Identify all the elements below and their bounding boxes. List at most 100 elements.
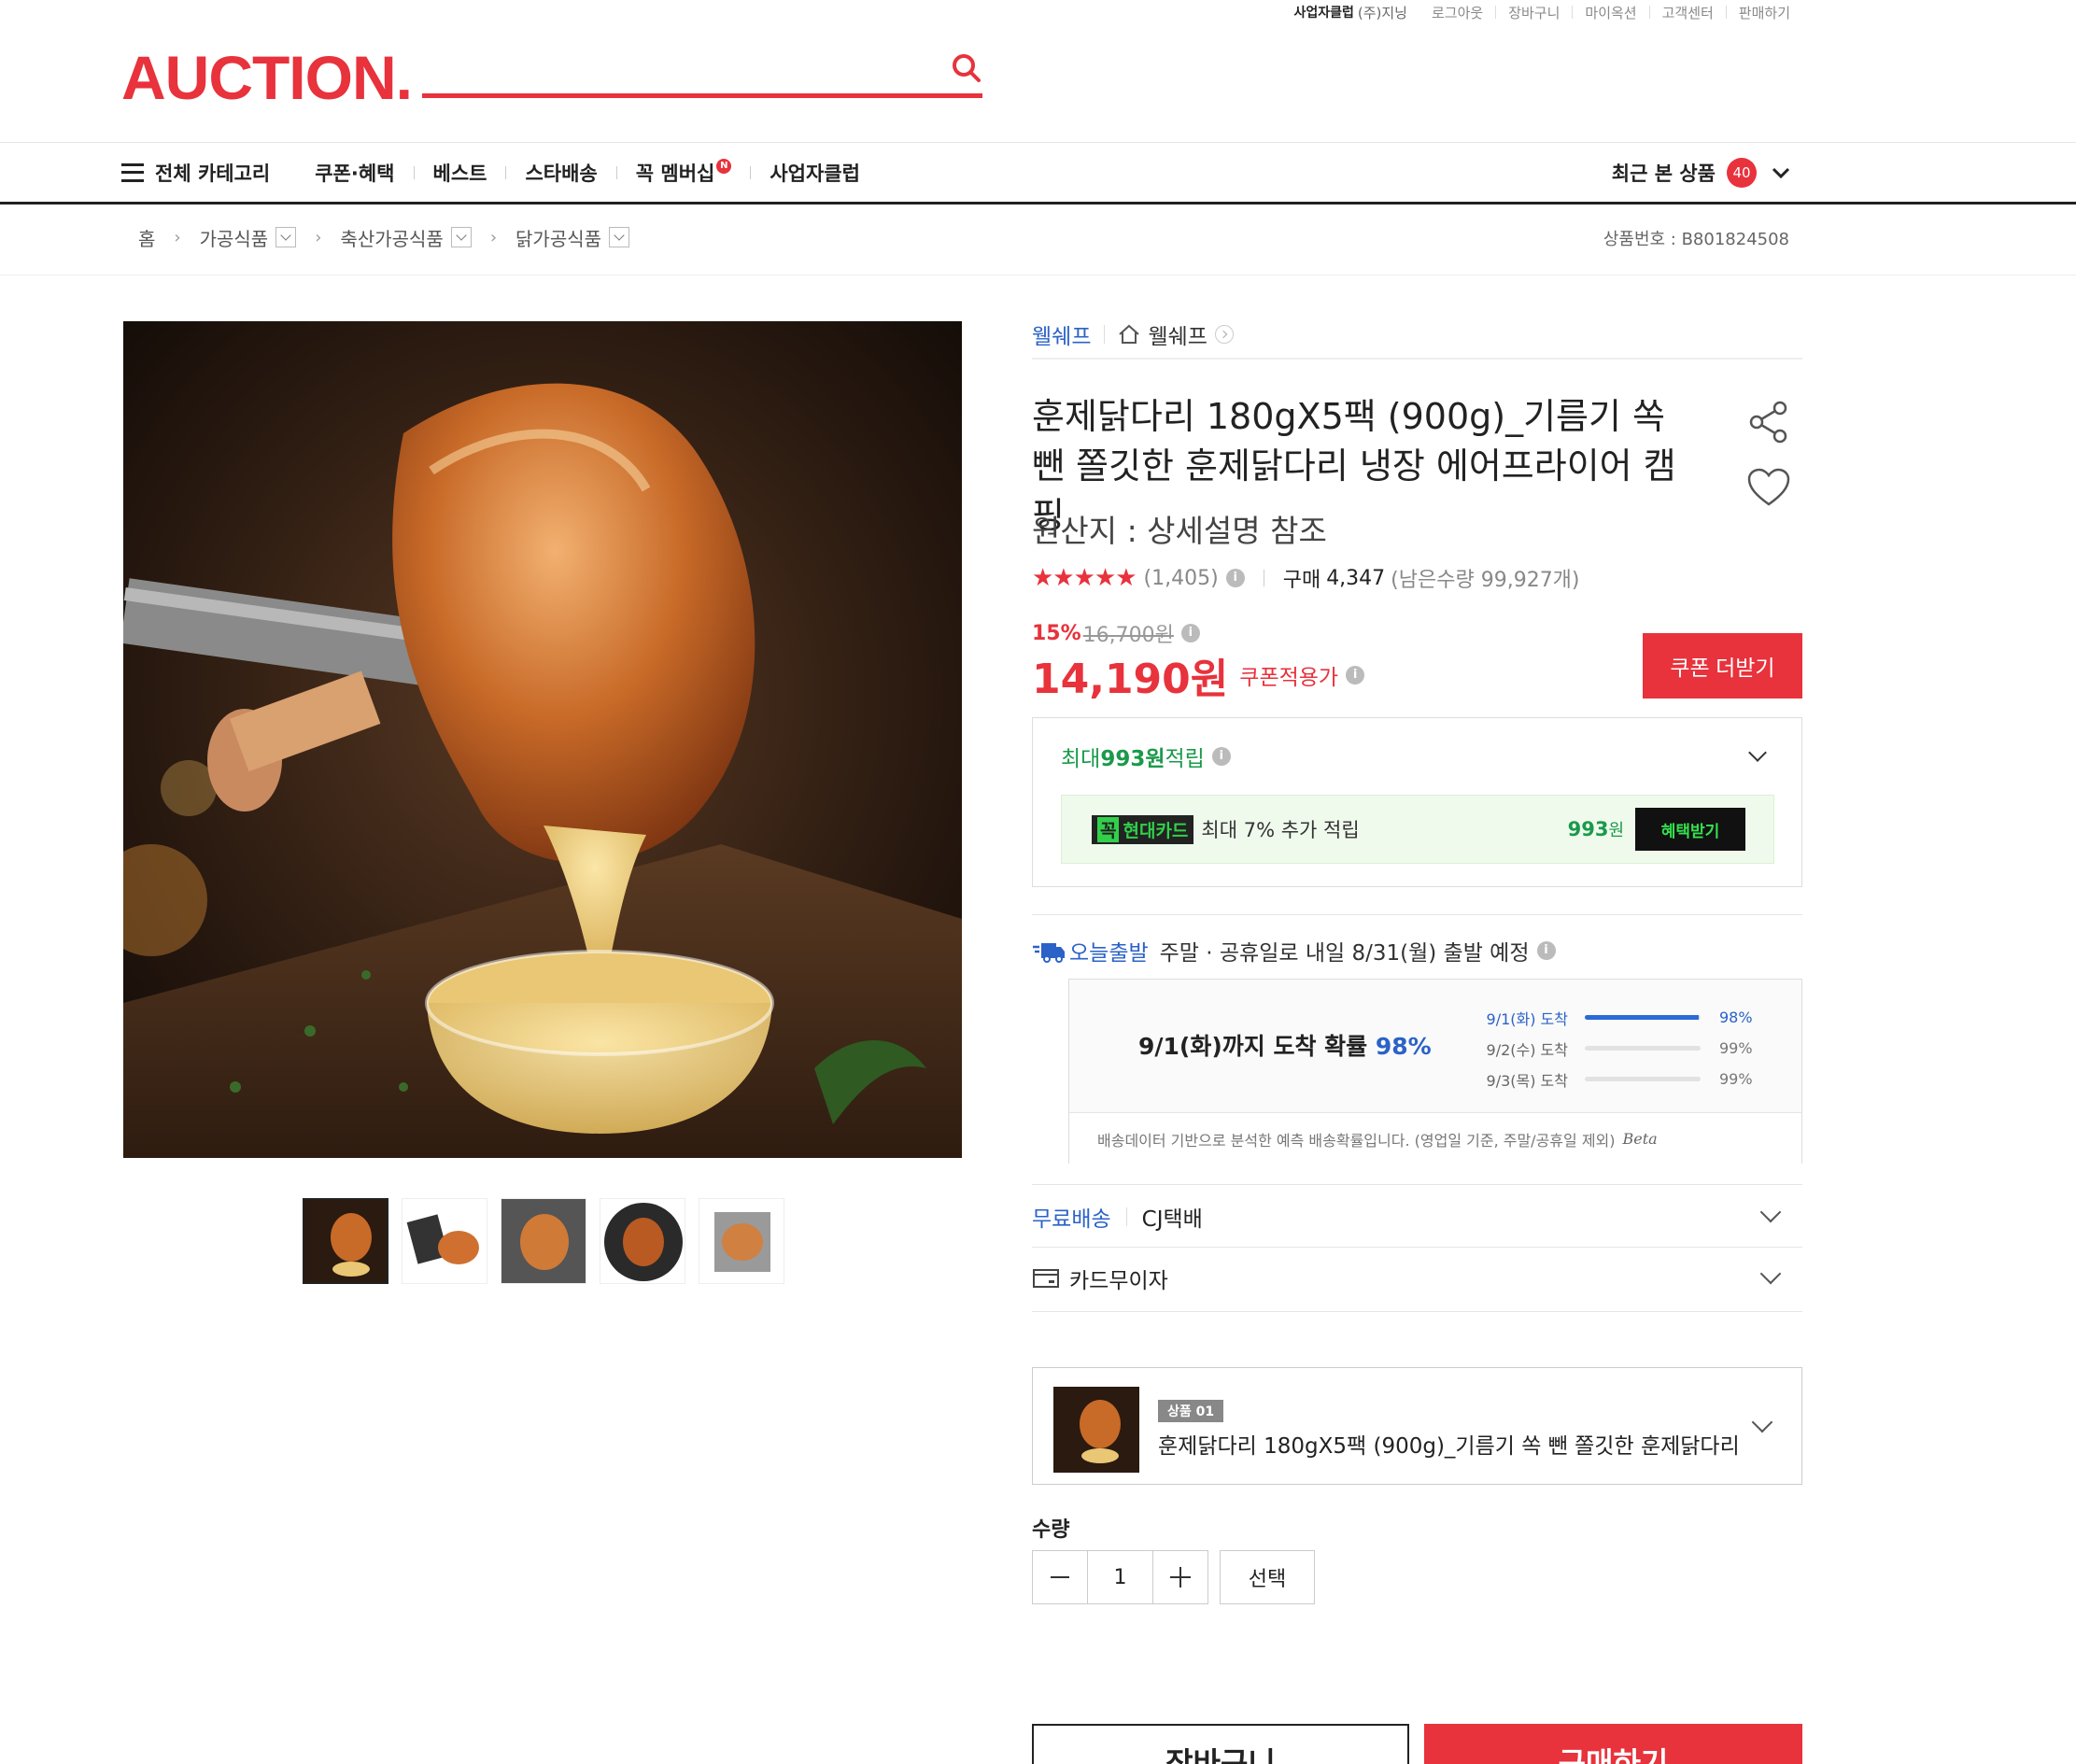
sell-link[interactable]: 판매하기 xyxy=(1739,3,1790,22)
arrival-date: 9/2(수) 도착 xyxy=(1486,1040,1568,1059)
utility-bar: 사업자클럽 (주)지닝 로그아웃 장바구니 마이옥션 고객센터 판매하기 xyxy=(1293,0,1790,24)
info-icon[interactable]: i xyxy=(1211,747,1231,766)
divider xyxy=(413,165,415,179)
star-rating: ★★★★★ xyxy=(1032,564,1137,592)
reward-prefix: 최대 xyxy=(1061,747,1101,771)
shipping-notice: 주말 · 공휴일로 내일 8/31(월) 출발 예정 xyxy=(1159,941,1530,966)
breadcrumb-level-2[interactable]: 축산가공식품 xyxy=(340,224,443,251)
probability-row: 9/2(수) 도착 99% xyxy=(1475,1033,1757,1064)
info-icon[interactable]: i xyxy=(1346,666,1365,684)
rating-row: ★★★★★ (1,405) i 구매 4,347 (남은수량 99,927개) xyxy=(1032,562,1802,594)
logout-link[interactable]: 로그아웃 xyxy=(1432,3,1483,22)
coupon-price-label: 쿠폰적용가 xyxy=(1239,666,1339,690)
breadcrumb-level-3[interactable]: 닭가공식품 xyxy=(515,224,601,251)
my-auction-link[interactable]: 마이옥션 xyxy=(1585,3,1636,22)
review-count[interactable]: (1,405) xyxy=(1144,567,1219,590)
heart-icon[interactable] xyxy=(1746,467,1791,508)
info-icon[interactable]: i xyxy=(1536,941,1556,960)
card-reward-unit: 원 xyxy=(1608,821,1624,840)
hyundai-card-logo: 꼭 현대카드 xyxy=(1092,814,1194,844)
chevron-down-icon[interactable] xyxy=(1759,1201,1782,1223)
recent-products-label: 최근 본 상품 xyxy=(1611,162,1716,185)
card-k-mark: 꼭 xyxy=(1097,816,1120,842)
recent-products[interactable]: 최근 본 상품 40 xyxy=(1612,143,1790,202)
decrease-button[interactable] xyxy=(1033,1551,1087,1603)
card-reward-value: 993 xyxy=(1567,818,1609,840)
select-button[interactable]: 선택 xyxy=(1220,1550,1315,1604)
chevron-down-icon[interactable] xyxy=(1751,1411,1773,1433)
quantity-value[interactable]: 1 xyxy=(1087,1551,1153,1603)
customer-center-link[interactable]: 고객센터 xyxy=(1662,3,1714,22)
biz-club-label[interactable]: 사업자클럽 xyxy=(1293,3,1353,21)
breadcrumb-level-1[interactable]: 가공식품 xyxy=(200,224,269,251)
arrival-probability: 99% xyxy=(1719,1039,1753,1057)
probability-value: 98% xyxy=(1375,1033,1432,1060)
quantity-stepper: 1 xyxy=(1032,1550,1208,1604)
all-categories-button[interactable]: 전체 카테고리 xyxy=(155,159,270,187)
thumbnail-2[interactable] xyxy=(402,1198,487,1284)
share-icon[interactable] xyxy=(1748,400,1789,445)
product-number-label: 상품번호 : xyxy=(1603,230,1682,249)
probability-bar-fill xyxy=(1585,1015,1699,1020)
coupon-more-button[interactable]: 쿠폰 더받기 xyxy=(1643,633,1802,699)
option-thumbnail xyxy=(1053,1387,1139,1473)
divider xyxy=(1725,6,1727,19)
nav-membership[interactable]: 꼭 멤버십 N xyxy=(636,158,732,187)
brand-link[interactable]: 웰쉐프 xyxy=(1032,318,1091,350)
nav-best[interactable]: 베스트 xyxy=(433,159,487,187)
today-shipping-label: 오늘출발 xyxy=(1069,941,1149,966)
search-input[interactable] xyxy=(422,47,982,98)
auction-logo[interactable]: AUCTION. xyxy=(121,45,413,110)
cart-link[interactable]: 장바구니 xyxy=(1508,3,1560,22)
divider xyxy=(1032,1184,1802,1185)
chevron-down-icon[interactable] xyxy=(1772,166,1790,179)
info-icon[interactable]: i xyxy=(1225,569,1245,587)
card-installment-label: 카드무이자 xyxy=(1069,1269,1168,1293)
user-name: (주)지닝 xyxy=(1357,4,1407,21)
hamburger-menu-icon[interactable] xyxy=(121,162,144,182)
buy-now-button[interactable]: 구매하기 xyxy=(1424,1724,1802,1764)
chevron-down-icon[interactable] xyxy=(1759,1263,1782,1285)
thumbnail-4[interactable] xyxy=(600,1198,685,1284)
increase-button[interactable] xyxy=(1153,1551,1207,1603)
dropdown-toggle-icon[interactable] xyxy=(450,227,472,247)
option-select-box[interactable]: 상품 01 훈제닭다리 180gX5팩 (900g)_기름기 쏙 뺀 쫄깃한 훈… xyxy=(1032,1367,1802,1485)
info-icon[interactable]: i xyxy=(1180,624,1200,642)
card-reward-amount: 993원 xyxy=(1568,817,1624,841)
probability-row: 9/3(목) 도착 99% xyxy=(1475,1064,1757,1094)
new-badge: N xyxy=(716,158,732,174)
recent-count-badge: 40 xyxy=(1727,157,1757,188)
divider xyxy=(1032,358,1802,360)
card-reward-text: 최대 7% 추가 적립 xyxy=(1201,819,1360,841)
nav-biz-club[interactable]: 사업자클럽 xyxy=(770,159,860,187)
thumbnail-3[interactable] xyxy=(501,1198,586,1284)
free-shipping-label: 무료배송 xyxy=(1032,1207,1111,1232)
thumbnail-1[interactable] xyxy=(303,1198,388,1284)
reward-header[interactable]: 최대 993원 적립 i xyxy=(1061,741,1231,772)
divider xyxy=(1104,325,1106,344)
nav-coupon-benefits[interactable]: 쿠폰·혜택 xyxy=(315,159,394,187)
divider xyxy=(1032,914,1802,915)
chicken-drumstick-photo xyxy=(123,321,962,1158)
breadcrumb-home[interactable]: 홈 xyxy=(138,224,155,251)
chevron-right-icon[interactable] xyxy=(1214,325,1234,344)
minus-icon xyxy=(1051,1576,1069,1578)
main-product-image[interactable] xyxy=(123,321,962,1158)
arrival-date: 9/1(화) 도착 xyxy=(1486,1009,1568,1028)
product-number: 상품번호 : B801824508 xyxy=(1603,226,1789,250)
free-shipping-row[interactable]: 무료배송 CJ택배 xyxy=(1032,1186,1802,1248)
nav-star-delivery[interactable]: 스타배송 xyxy=(525,159,597,187)
remaining-stock: (남은수량 99,927개) xyxy=(1391,569,1580,592)
dropdown-toggle-icon[interactable] xyxy=(275,227,297,247)
divider xyxy=(750,165,752,179)
search-icon[interactable] xyxy=(951,52,982,84)
card-installment-row[interactable]: 카드무이자 xyxy=(1032,1248,1802,1309)
thumbnail-5[interactable] xyxy=(699,1198,784,1284)
dropdown-toggle-icon[interactable] xyxy=(609,227,630,247)
purchase-label: 구매 xyxy=(1282,569,1321,592)
probability-bar xyxy=(1585,1015,1701,1020)
add-to-cart-button[interactable]: 장바구니 xyxy=(1032,1724,1409,1764)
get-benefit-button[interactable]: 혜택받기 xyxy=(1635,808,1745,851)
store-link[interactable]: 웰쉐프 xyxy=(1148,318,1207,350)
chevron-down-icon[interactable] xyxy=(1748,743,1767,762)
